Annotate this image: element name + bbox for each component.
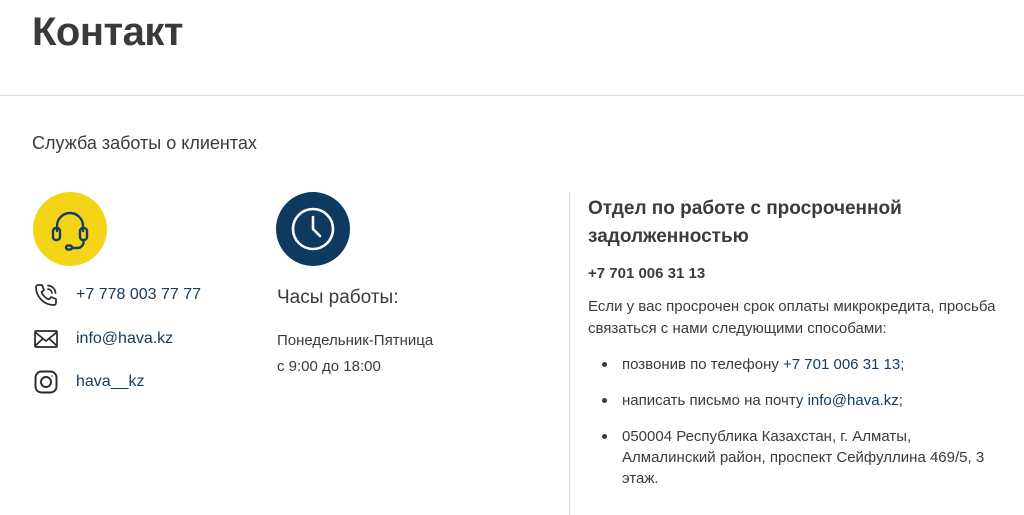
page-title: Контакт xyxy=(32,10,183,54)
customer-care-email-link[interactable]: info@hava.kz xyxy=(76,330,173,348)
mail-icon xyxy=(32,325,60,353)
instagram-link[interactable]: hava__kz xyxy=(76,373,145,391)
debt-phone-link[interactable]: +7 701 006 31 13 xyxy=(783,356,900,373)
debt-phone: +7 701 006 31 13 xyxy=(588,265,706,282)
list-item-text: позвонив по телефону xyxy=(622,356,784,373)
support-circle xyxy=(33,192,107,266)
debt-email-link[interactable]: info@hava.kz xyxy=(808,392,899,409)
contact-phone-row: +7 778 003 77 77 xyxy=(32,281,201,309)
debt-note: Если у вас просрочен срок оплаты микрокр… xyxy=(588,298,996,337)
contact-email-row: info@hava.kz xyxy=(32,325,173,353)
debt-title: Отдел по работе с просроченной задолженн… xyxy=(588,198,902,247)
debt-contact-list: позвонив по телефону +7 701 006 31 13; н… xyxy=(588,354,1008,489)
hours-time: с 9:00 до 18:00 xyxy=(277,358,381,375)
list-item: 050004 Республика Казахстан, г. Алматы, … xyxy=(602,426,1008,489)
list-item: написать письмо на почту info@hava.kz; xyxy=(602,390,1008,411)
list-item-text: написать письмо на почту xyxy=(622,392,808,409)
clock-icon xyxy=(291,207,335,251)
phone-icon xyxy=(32,281,60,309)
list-item: позвонив по телефону +7 701 006 31 13; xyxy=(602,354,1008,375)
column-divider xyxy=(569,192,570,515)
list-item-suffix: ; xyxy=(898,392,903,409)
list-item-suffix: ; xyxy=(900,356,905,373)
section-title-customer-care: Служба заботы о клиентах xyxy=(32,133,257,153)
hours-title: Часы работы: xyxy=(277,287,399,308)
address-text: 050004 Республика Казахстан, г. Алматы, … xyxy=(622,428,985,487)
headset-icon xyxy=(51,211,89,251)
clock-circle xyxy=(276,192,350,266)
contact-instagram-row: hava__kz xyxy=(32,368,145,396)
debt-department: Отдел по работе с просроченной задолженн… xyxy=(588,195,1008,504)
instagram-icon xyxy=(32,368,60,396)
title-divider xyxy=(0,95,1024,96)
contact-page: Контакт Служба заботы о клиентах +7 778 … xyxy=(0,0,1024,515)
hours-days: Понедельник-Пятница xyxy=(277,332,434,349)
customer-care-phone-link[interactable]: +7 778 003 77 77 xyxy=(76,286,201,304)
